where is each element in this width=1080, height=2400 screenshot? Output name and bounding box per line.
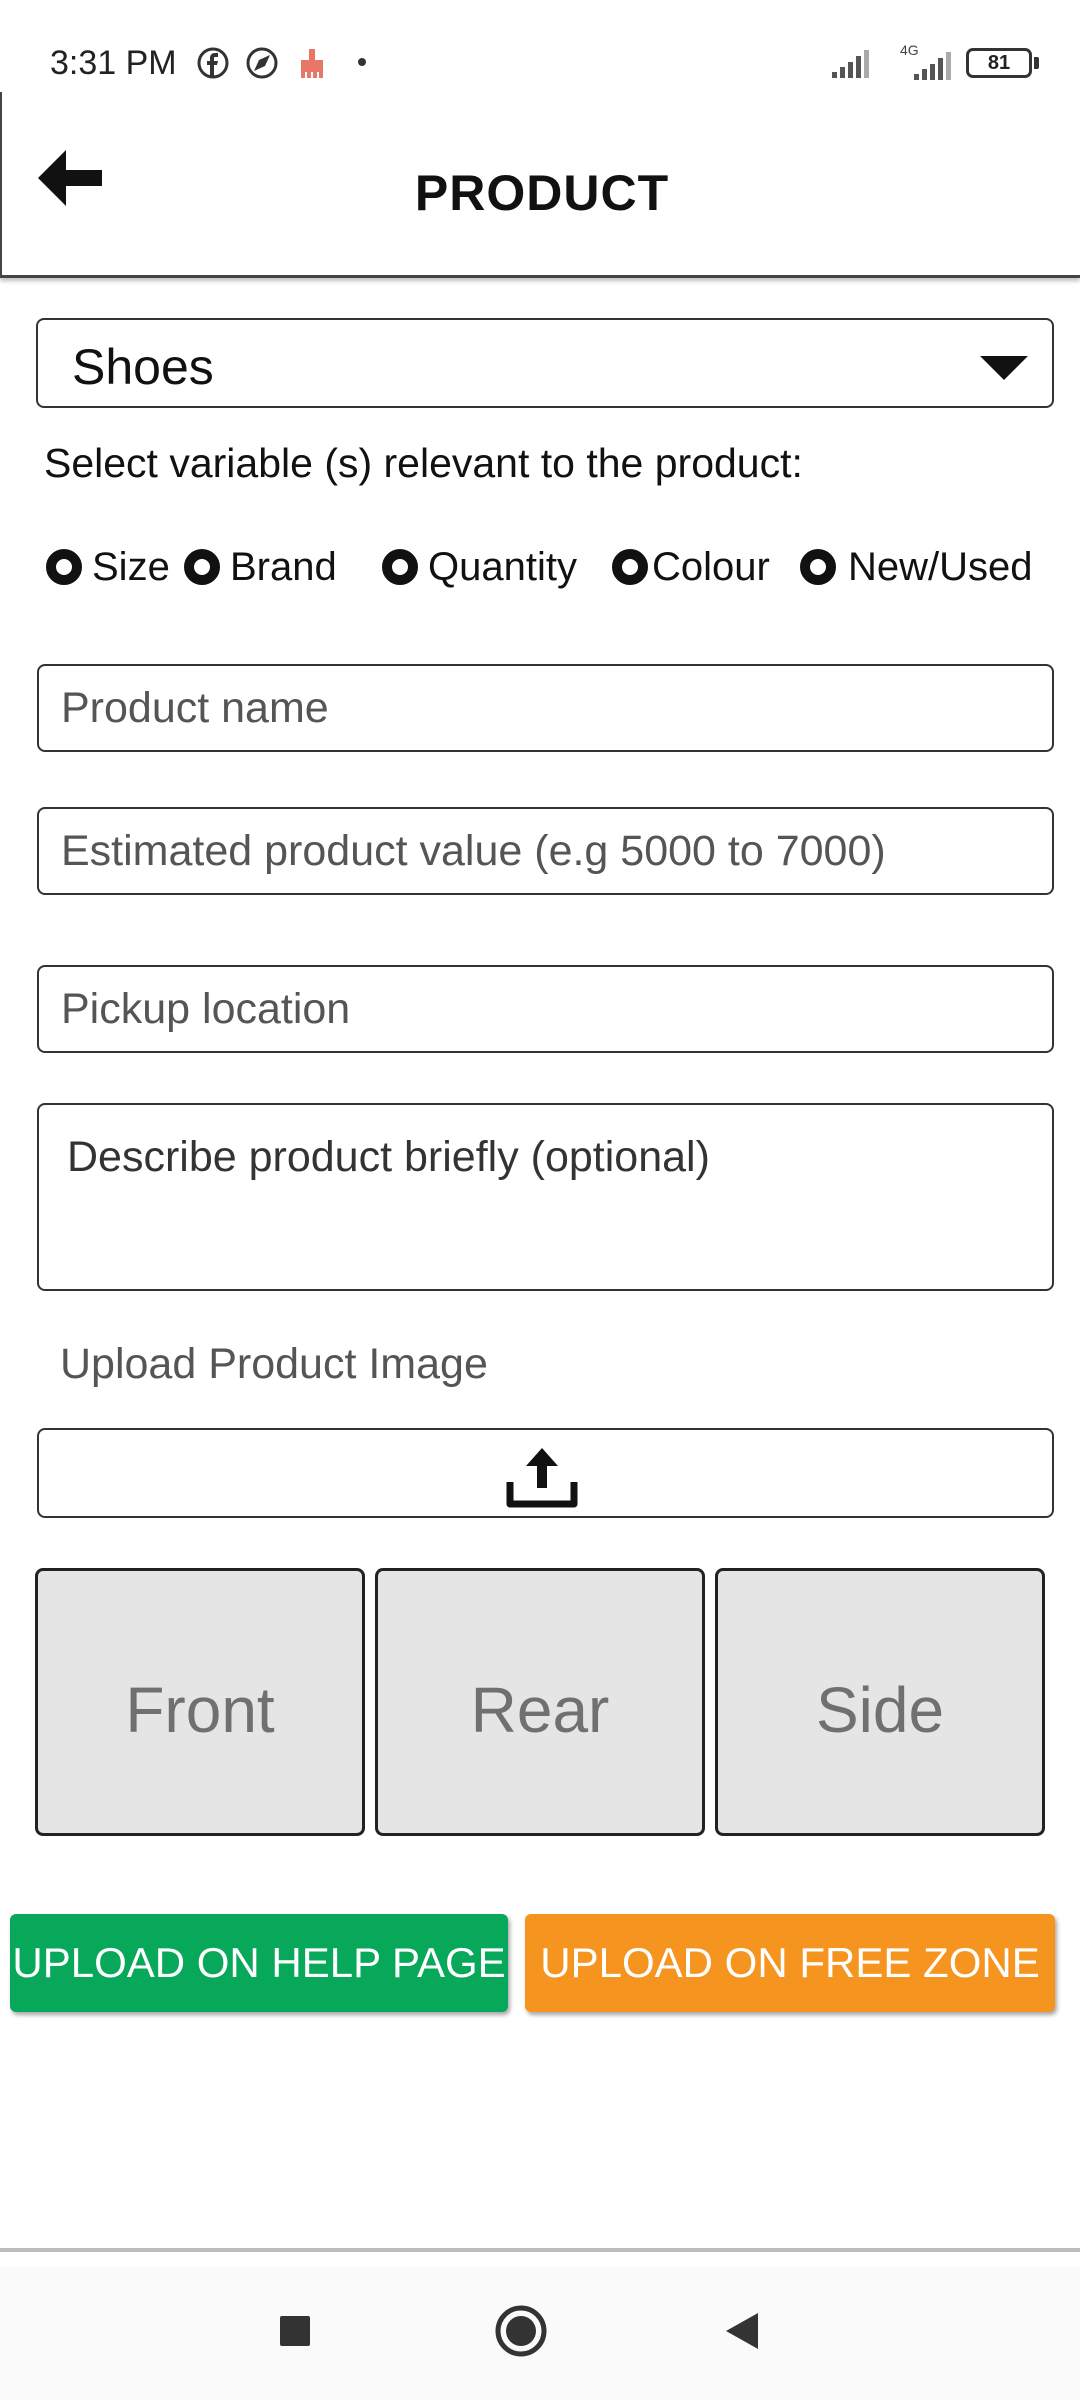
variable-label: Size [92, 544, 170, 589]
radio-icon [382, 549, 418, 585]
description-placeholder: Describe product briefly (optional) [67, 1133, 710, 1181]
variable-label: Brand [230, 544, 337, 589]
radio-icon [46, 549, 82, 585]
variable-option-quantity[interactable]: Quantity [382, 544, 577, 590]
image-slot-label: Side [815, 1674, 945, 1746]
battery-level: 81 [987, 52, 1011, 74]
battery-icon: 81 [966, 48, 1032, 78]
estimated-value-field[interactable]: Estimated product value (e.g 5000 to 700… [37, 807, 1054, 895]
variable-label: Quantity [428, 544, 577, 589]
system-nav-bar [0, 2266, 1080, 2400]
upload-icon [506, 1448, 578, 1508]
signal-4g-icon: 4G [898, 42, 956, 82]
variable-option-brand[interactable]: Brand [184, 544, 337, 590]
radio-icon [612, 549, 648, 585]
pickup-location-field[interactable]: Pickup location [37, 965, 1054, 1053]
image-slot-front[interactable]: Front [35, 1568, 365, 1836]
image-slot-side[interactable]: Side [715, 1568, 1045, 1836]
battery-tip [1034, 57, 1039, 69]
variable-option-new-used[interactable]: New/Used [800, 544, 1033, 590]
radio-icon [184, 549, 220, 585]
category-select[interactable]: Shoes [36, 318, 1054, 408]
recents-icon[interactable] [278, 2314, 312, 2348]
variables-prompt: Select variable (s) relevant to the prod… [44, 440, 803, 486]
estimated-value-placeholder: Estimated product value (e.g 5000 to 700… [61, 827, 886, 875]
app-header: PRODUCT [0, 92, 1080, 278]
variable-label: New/Used [848, 544, 1033, 589]
page-title: PRODUCT [414, 165, 670, 221]
back-triangle-icon[interactable] [722, 2310, 762, 2352]
product-name-field[interactable]: Product name [37, 664, 1054, 752]
image-slot-label: Front [125, 1674, 275, 1746]
variable-option-size[interactable]: Size [46, 544, 170, 590]
notification-dot [358, 58, 366, 66]
upload-image-button[interactable] [37, 1428, 1054, 1518]
product-name-placeholder: Product name [61, 684, 329, 732]
home-icon[interactable] [494, 2304, 548, 2358]
upload-free-zone-button[interactable]: UPLOAD ON FREE ZONE [525, 1914, 1055, 2012]
image-slot-label: Rear [470, 1674, 610, 1746]
upload-label: Upload Product Image [60, 1340, 488, 1388]
upload-help-page-button[interactable]: UPLOAD ON HELP PAGE [10, 1914, 508, 2012]
nav-divider [0, 2248, 1080, 2252]
status-bar: 3:31 PM 4G 81 [0, 0, 1080, 92]
category-value: Shoes [72, 339, 214, 395]
facebook-icon [197, 47, 229, 79]
image-slot-rear[interactable]: Rear [375, 1568, 705, 1836]
description-field[interactable]: Describe product briefly (optional) [37, 1103, 1054, 1291]
signal-icon [832, 50, 869, 78]
browser-icon [246, 47, 278, 79]
variable-option-colour[interactable]: Colour [612, 544, 770, 590]
status-time: 3:31 PM [50, 44, 177, 82]
variable-label: Colour [652, 544, 770, 589]
pickup-location-placeholder: Pickup location [61, 985, 351, 1033]
radio-icon [800, 549, 836, 585]
cleaner-icon [301, 49, 323, 78]
caret-down-icon [980, 356, 1028, 380]
